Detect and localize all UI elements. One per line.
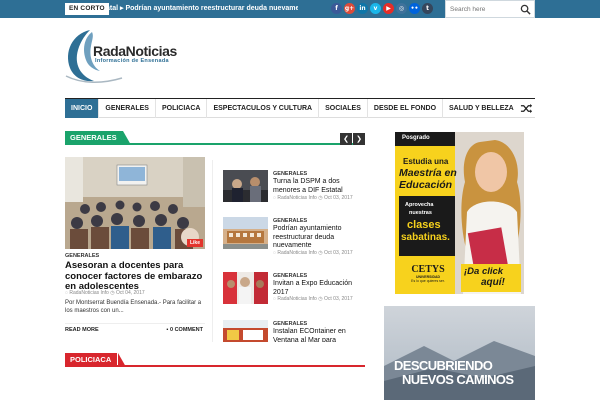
- prev-arrow-icon[interactable]: ❮: [340, 133, 352, 145]
- main-nav: INICIO GENERALES POLICIACA ESPECTACULOS …: [65, 98, 535, 118]
- article-title[interactable]: Turna la DSPM a dos menores a DIF Estata…: [273, 178, 365, 195]
- tumblr-icon[interactable]: t: [422, 3, 433, 14]
- article-category[interactable]: GENERALES: [273, 321, 307, 327]
- featured-image[interactable]: Like: [65, 157, 205, 249]
- article-thumbnail[interactable]: [223, 320, 268, 342]
- top-bar: EN CORTO atal ▸ Podrían ayuntamiento ree…: [0, 0, 600, 18]
- promo-ad-banner[interactable]: DESCUBRIENDO NUEVOS CAMINOS: [384, 306, 535, 400]
- article-date: Oct 03, 2017: [324, 296, 353, 302]
- shuffle-icon[interactable]: [520, 102, 533, 115]
- youtube-icon[interactable]: ▶: [383, 3, 394, 14]
- list-item[interactable]: GENERALES Instalan ECOntainer en Ventana…: [223, 320, 368, 342]
- nav-item-desde-el-fondo[interactable]: DESDE EL FONDO: [368, 99, 444, 118]
- ad-promo-3: clases: [407, 219, 441, 231]
- ad-cta-1: ¡Da click: [464, 266, 504, 277]
- ad2-line-2: NUEVOS CAMINOS: [402, 372, 514, 387]
- column-divider: [212, 160, 213, 342]
- featured-author[interactable]: RadaNoticias Info: [69, 290, 108, 296]
- flickr-icon[interactable]: ••: [409, 3, 420, 14]
- ad-headline-1: Estudia una: [403, 157, 449, 166]
- ad-promo-1: Aprovecha: [405, 202, 434, 208]
- google-plus-icon[interactable]: g+: [344, 3, 355, 14]
- search-input[interactable]: [450, 4, 518, 15]
- ad-headline-3: Educación: [399, 179, 453, 191]
- search-box: [445, 0, 535, 18]
- logo-subtitle: Información de Ensenada: [95, 58, 169, 64]
- ad-cta-box[interactable]: ¡Da click aquí!: [461, 264, 521, 292]
- instagram-icon[interactable]: ◎: [396, 3, 407, 14]
- featured-footer: READ MORE ▪ 0 COMMENT: [65, 323, 205, 337]
- thumbnail-photo: [223, 170, 268, 202]
- ad-tag: Posgrado: [402, 135, 430, 141]
- cetys-logo: CETYS UNIVERSIDAD Es lo que quieres ser.: [403, 264, 453, 283]
- nav-item-inicio[interactable]: INICIO: [65, 99, 100, 118]
- comments-label: 0 COMMENT: [170, 327, 203, 333]
- author-icon: ◌: [65, 290, 68, 296]
- social-links: f g+ in v ▶ ◎ •• t: [331, 3, 433, 14]
- nav-item-generales[interactable]: GENERALES: [99, 99, 156, 118]
- ad-promo-4: sabatinas.: [401, 232, 450, 243]
- article-thumbnail[interactable]: [223, 217, 268, 249]
- article-author[interactable]: RadaNoticias Info: [277, 250, 316, 256]
- clock-icon: ◷: [110, 290, 115, 296]
- slider-controls: ❮ ❯: [340, 133, 365, 145]
- comments-count[interactable]: ▪ 0 COMMENT: [167, 327, 203, 333]
- list-item[interactable]: GENERALES Turna la DSPM a dos menores a …: [223, 170, 368, 220]
- site-logo[interactable]: RadaNoticias Información de Ensenada: [62, 26, 192, 86]
- nav-item-sociales[interactable]: SOCIALES: [319, 99, 368, 118]
- article-date: Oct 03, 2017: [324, 250, 353, 256]
- featured-meta: ◌ RadaNoticias Info ◷ Oct 04, 2017: [65, 290, 145, 296]
- search-icon[interactable]: [520, 4, 531, 15]
- article-category[interactable]: GENERALES: [273, 218, 307, 224]
- ticker-label: EN CORTO: [65, 3, 109, 15]
- nav-item-salud-y-belleza[interactable]: SALUD Y BELLEZA: [443, 99, 520, 118]
- logo-title: RadaNoticias: [93, 43, 177, 59]
- article-author[interactable]: RadaNoticias Info: [277, 195, 316, 201]
- list-item[interactable]: GENERALES Podrían ayuntamiento reestruct…: [223, 217, 368, 267]
- article-author[interactable]: RadaNoticias Info: [277, 296, 316, 302]
- article-date: Oct 03, 2017: [324, 195, 353, 201]
- facebook-icon[interactable]: f: [331, 3, 342, 14]
- featured-excerpt: Por Montserrat Buendía Ensenada.- Para f…: [65, 300, 202, 314]
- ad2-line-1: DESCUBRIENDO: [394, 358, 493, 373]
- classroom-photo: [65, 157, 205, 249]
- article-thumbnail[interactable]: [223, 170, 268, 202]
- cetys-brand: CETYS: [411, 264, 445, 275]
- cetys-tagline: Es lo que quieres ser.: [411, 279, 445, 283]
- ticker-headline[interactable]: atal ▸ Podrían ayuntamiento reestructura…: [106, 3, 298, 15]
- article-meta: ◌ RadaNoticias Info ◷ Oct 03, 2017: [273, 296, 353, 302]
- linkedin-icon[interactable]: in: [357, 3, 368, 14]
- article-meta: ◌ RadaNoticias Info ◷ Oct 03, 2017: [273, 250, 353, 256]
- article-category[interactable]: GENERALES: [273, 273, 307, 279]
- featured-category[interactable]: GENERALES: [65, 253, 99, 259]
- article-thumbnail[interactable]: [223, 272, 268, 304]
- featured-date: Oct 04, 2017: [116, 290, 145, 296]
- section-underline: [65, 143, 365, 145]
- cetys-ad-banner[interactable]: Posgrado Estudia una Maestría en Educaci…: [395, 132, 524, 294]
- article-title[interactable]: Invitan a Expo Educación 2017: [273, 280, 365, 297]
- section-header-policiaca: POLICIACA: [65, 353, 365, 367]
- thumbnail-photo: [223, 217, 268, 249]
- article-title[interactable]: Instalan ECOntainer en Ventana al Mar pa…: [273, 328, 365, 342]
- nav-item-espectaculos[interactable]: ESPECTACULOS Y CULTURA: [207, 99, 320, 118]
- thumbnail-photo: [223, 320, 268, 342]
- nav-item-policiaca[interactable]: POLICIACA: [156, 99, 208, 118]
- ad-headline-2: Maestría en: [399, 167, 457, 179]
- article-meta: ◌ RadaNoticias Info ◷ Oct 03, 2017: [273, 195, 353, 201]
- section-underline: [65, 365, 365, 367]
- like-badge[interactable]: Like: [186, 239, 203, 247]
- ad-cta-2: aquí!: [481, 277, 505, 288]
- read-more-link[interactable]: READ MORE: [65, 327, 99, 333]
- featured-title[interactable]: Asesoran a docentes para conocer factore…: [65, 260, 207, 293]
- article-title[interactable]: Podrían ayuntamiento reestructurar deuda…: [273, 225, 365, 251]
- next-arrow-icon[interactable]: ❯: [353, 133, 365, 145]
- section-header-generales: GENERALES: [65, 131, 365, 145]
- vimeo-icon[interactable]: v: [370, 3, 381, 14]
- thumbnail-photo: [223, 272, 268, 304]
- article-category[interactable]: GENERALES: [273, 171, 307, 177]
- list-item[interactable]: GENERALES Invitan a Expo Educación 2017 …: [223, 272, 368, 322]
- ad-promo-2: nuestras: [409, 210, 432, 216]
